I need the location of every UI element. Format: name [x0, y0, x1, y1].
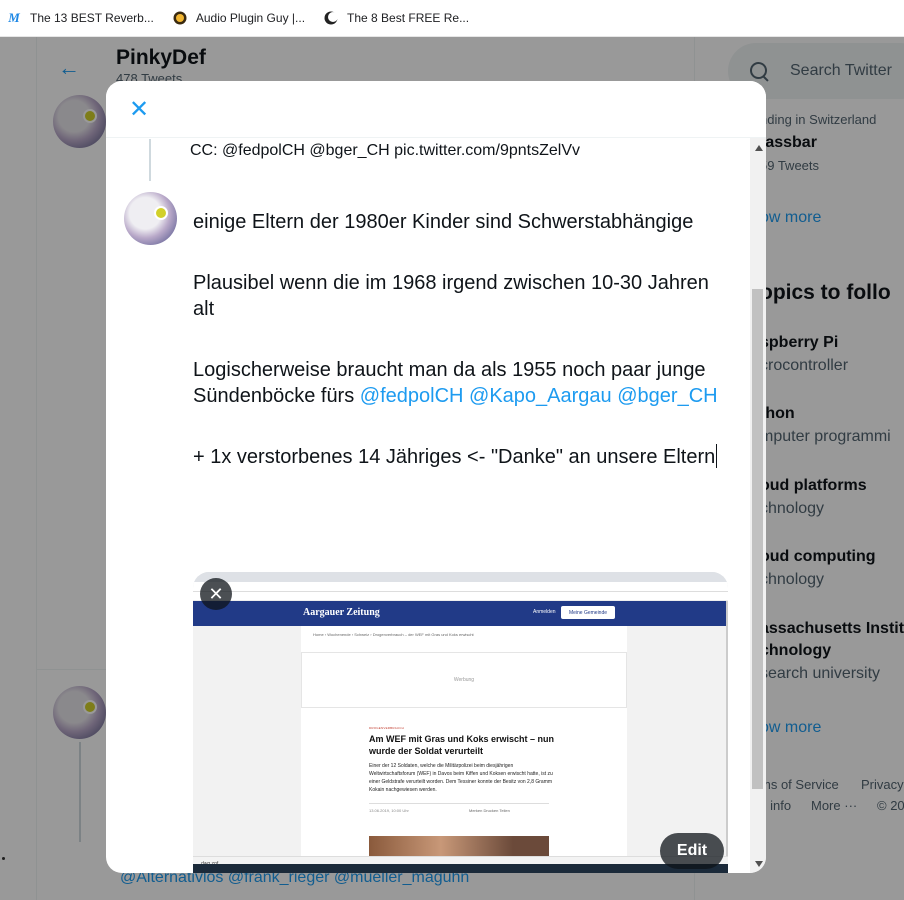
compose-tweet-modal: ✕ CC: @fedpolCH @bger_CH pic.twitter.com…	[106, 81, 766, 873]
screenshot-rule	[369, 803, 549, 804]
bookmark-3[interactable]: The 8 Best FREE Re...	[323, 10, 469, 26]
avatar[interactable]	[124, 192, 177, 245]
modal-header: ✕	[106, 81, 766, 138]
screenshot-subscribe: Meine Gemeinde	[561, 606, 615, 619]
screenshot-article: Home › Wochenende › Schweiz › Drogenverb…	[301, 626, 627, 856]
attached-image[interactable]: Aargauer Zeitung Anmelden Meine Gemeinde…	[193, 572, 728, 873]
screenshot-brand: Aargauer Zeitung	[303, 607, 380, 618]
screenshot-taskbar	[193, 864, 728, 873]
screenshot-url-bar	[193, 582, 728, 592]
quoted-tweet-text: CC: @fedpolCH @bger_CH pic.twitter.com/9…	[190, 142, 580, 160]
compose-paragraph: + 1x verstorbenes 14 Jähriges <- "Danke"…	[193, 444, 733, 470]
screenshot-headline: Am WEF mit Gras und Koks erwischt – nun …	[369, 734, 555, 756]
bookmark-2[interactable]: Audio Plugin Guy |...	[172, 10, 305, 26]
quoted-pic-link[interactable]: pic.twitter.com/9pntsZelVv	[394, 142, 580, 159]
screenshot-body: Home › Wochenende › Schweiz › Drogenverb…	[193, 626, 726, 856]
screenshot-scrollbar	[726, 601, 728, 856]
moon-logo-icon	[323, 10, 339, 26]
mention-link[interactable]: @Kapo_Aargau	[469, 385, 612, 407]
tweet-compose-textarea[interactable]: einige Eltern der 1980er Kinder sind Sch…	[193, 209, 733, 505]
edit-image-button[interactable]: Edit	[660, 833, 724, 869]
scroll-up-arrow-icon[interactable]	[755, 145, 763, 151]
compose-paragraph: Logischerweise braucht man da als 1955 n…	[193, 357, 733, 409]
close-icon[interactable]: ✕	[123, 94, 155, 126]
screenshot-login: Anmelden	[533, 609, 556, 615]
scrollbar-thumb[interactable]	[752, 289, 763, 789]
mention-link[interactable]: @fedpolCH	[360, 385, 464, 407]
screenshot-breadcrumb: Home › Wochenende › Schweiz › Drogenverb…	[313, 632, 474, 637]
thread-line	[149, 139, 151, 181]
scroll-down-arrow-icon[interactable]	[755, 861, 763, 867]
screenshot-browser-tabs	[193, 572, 728, 582]
screenshot-site-header: Aargauer Zeitung Anmelden Meine Gemeinde	[193, 601, 726, 626]
compose-paragraph: einige Eltern der 1980er Kinder sind Sch…	[193, 211, 694, 233]
screenshot-article-image	[369, 836, 549, 856]
quoted-mentions[interactable]: @fedpolCH @bger_CH	[222, 142, 390, 159]
screenshot-ad: Werbung	[301, 652, 627, 708]
guy-face-icon	[172, 10, 188, 26]
mention-link[interactable]: @bger_CH	[617, 385, 717, 407]
bookmark-2-label: Audio Plugin Guy |...	[195, 11, 306, 25]
bookmarks-bar: M The 13 BEST Reverb... Audio Plugin Guy…	[0, 0, 904, 37]
compose-text: + 1x verstorbenes 14 Jähriges <- "Danke"…	[193, 446, 716, 468]
screenshot-lead: Einer der 12 Soldaten, welche die Militä…	[369, 763, 553, 793]
screenshot-kicker: DROGENVERBRAUCH	[369, 726, 405, 730]
screenshot-date: 13.06.2019, 10:00 Uhr	[369, 808, 409, 813]
bookmark-1-label: The 13 BEST Reverb...	[30, 11, 154, 25]
bookmark-1[interactable]: M The 13 BEST Reverb...	[6, 10, 154, 26]
text-caret	[716, 444, 718, 468]
quoted-prefix: CC:	[190, 142, 218, 159]
screenshot-actions: Merken Drucken Teilen	[469, 808, 510, 813]
remove-image-close-icon[interactable]: ✕	[200, 578, 232, 610]
m-logo-icon: M	[8, 10, 20, 25]
compose-paragraph: Plausibel wenn die im 1968 irgend zwisch…	[193, 272, 709, 320]
screenshot-bookmarks	[193, 592, 728, 601]
bookmark-3-label: The 8 Best FREE Re...	[347, 11, 470, 25]
